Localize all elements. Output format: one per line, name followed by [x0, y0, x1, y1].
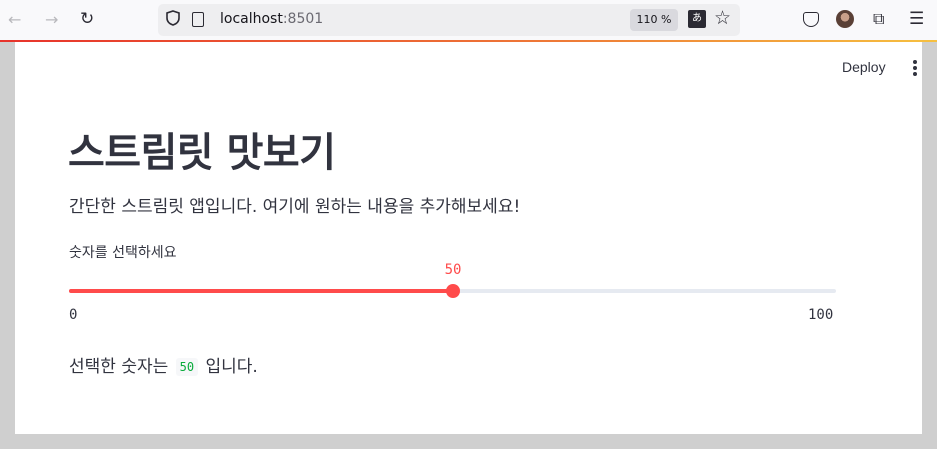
number-slider[interactable]: 50: [69, 262, 836, 310]
page-icon[interactable]: [192, 12, 204, 27]
address-bar[interactable]: localhost:8501 110 % あ ☆: [158, 4, 740, 36]
result-value-code: 50: [175, 358, 199, 376]
pocket-icon[interactable]: [803, 12, 819, 27]
slider-value-label: 50: [444, 262, 462, 278]
kebab-dot: [913, 66, 917, 70]
browser-toolbar: ← → ↻ localhost:8501 110 % あ ☆ ⧉ ☰: [0, 0, 937, 42]
kebab-dot: [913, 72, 917, 76]
result-text: 선택한 숫자는 50 입니다.: [69, 352, 258, 377]
result-suffix: 입니다.: [205, 357, 258, 377]
hamburger-menu-icon[interactable]: ☰: [909, 9, 924, 29]
zoom-level-badge[interactable]: 110 %: [630, 9, 678, 31]
url-text[interactable]: localhost:8501: [220, 11, 323, 27]
translate-icon[interactable]: あ: [688, 10, 706, 28]
slider-label: 숫자를 선택하세요: [69, 245, 177, 261]
slider-min-label: 0: [69, 307, 78, 323]
back-arrow-icon[interactable]: ←: [8, 10, 21, 29]
slider-max-label: 100: [808, 307, 834, 323]
result-prefix: 선택한 숫자는: [69, 357, 169, 377]
page-title: 스트림릿 맛보기: [68, 130, 336, 176]
bookmark-star-icon[interactable]: ☆: [714, 7, 731, 29]
account-avatar[interactable]: [836, 10, 854, 28]
slider-thumb[interactable]: [446, 284, 460, 298]
page-description: 간단한 스트림릿 앱입니다. 여기에 원하는 내용을 추가해보세요!: [69, 197, 521, 217]
deploy-button[interactable]: Deploy: [842, 59, 886, 75]
shield-icon[interactable]: [166, 10, 180, 26]
forward-arrow-icon[interactable]: →: [45, 10, 58, 29]
kebab-dot: [913, 60, 917, 64]
extensions-puzzle-icon[interactable]: ⧉: [873, 9, 884, 29]
reload-icon[interactable]: ↻: [80, 9, 94, 29]
slider-track-fill: [69, 289, 453, 293]
kebab-menu-icon[interactable]: [913, 60, 917, 76]
